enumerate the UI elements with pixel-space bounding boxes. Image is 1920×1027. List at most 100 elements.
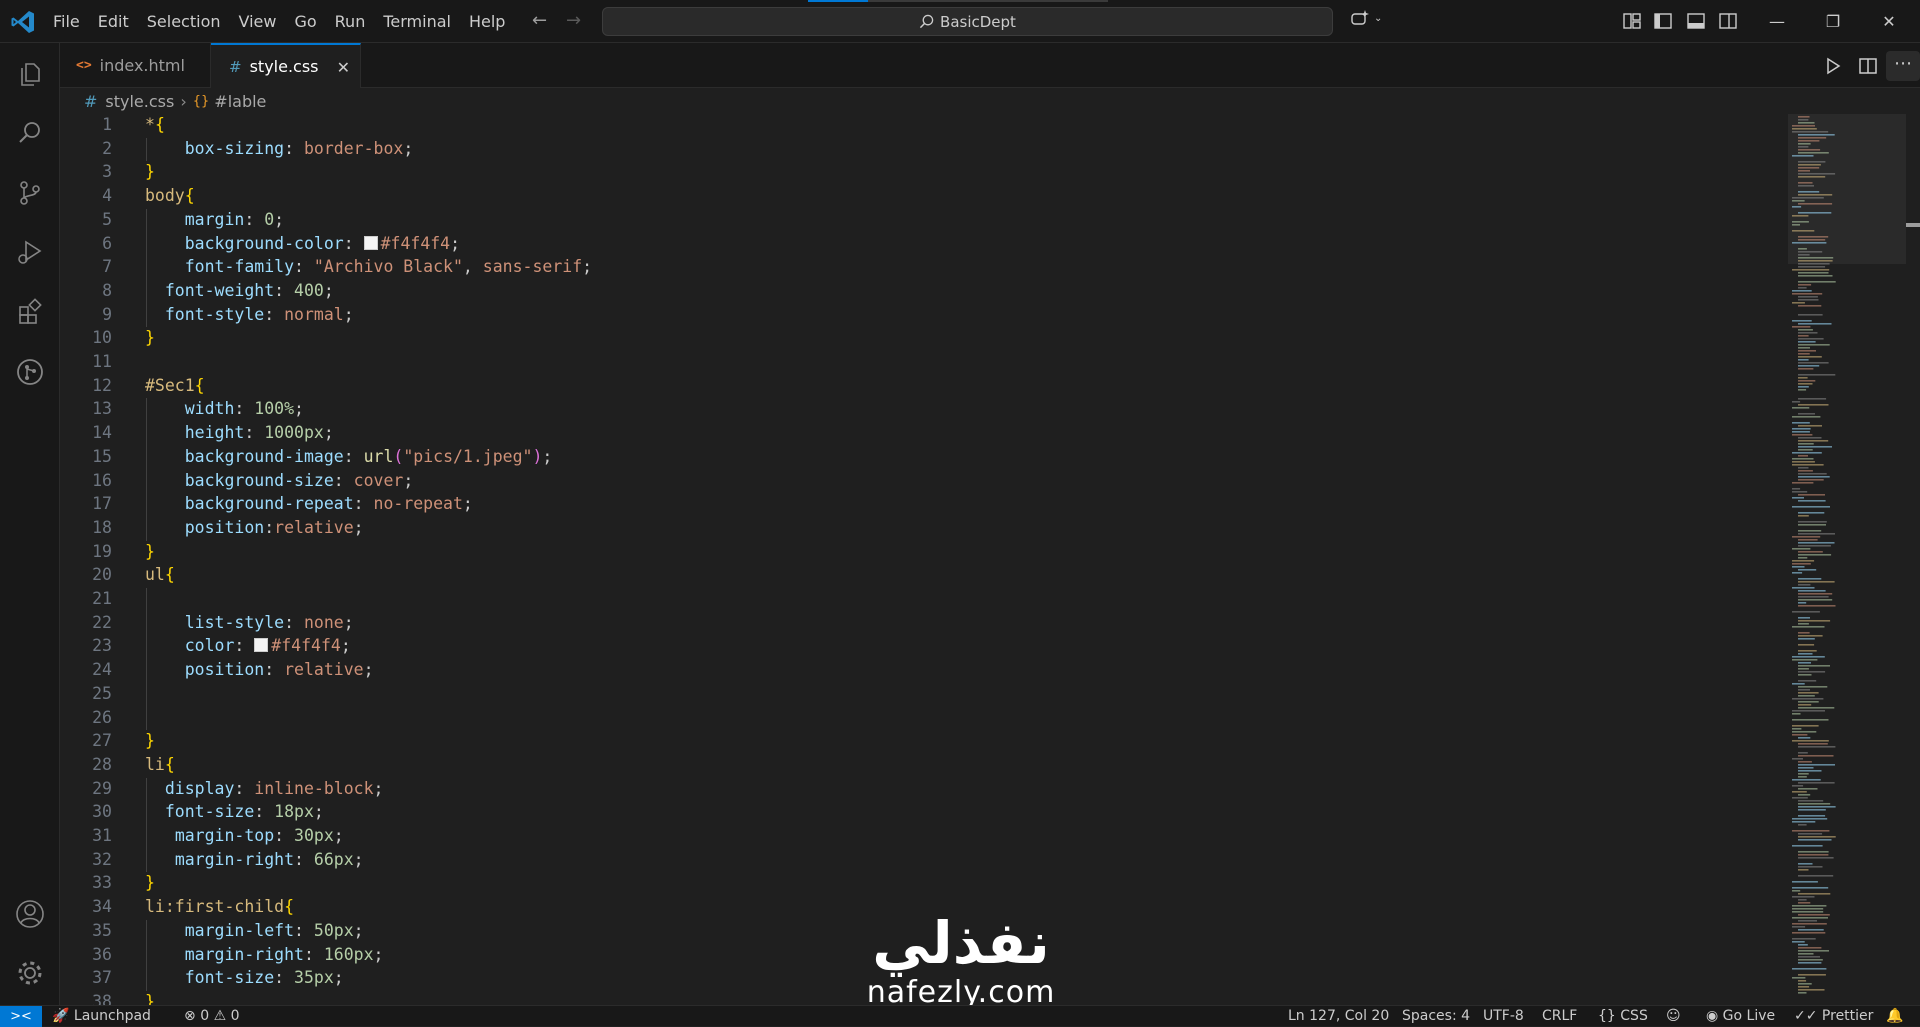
restore-window-icon[interactable]: ❐: [1810, 0, 1856, 43]
code-line[interactable]: 31 margin-top: 30px;: [60, 824, 1760, 848]
toggle-primary-sidebar-icon[interactable]: [1653, 11, 1673, 31]
code-line[interactable]: 27}: [60, 729, 1760, 753]
launchpad-button[interactable]: 🚀 Launchpad: [52, 1006, 151, 1027]
search-icon[interactable]: [14, 117, 46, 149]
run-and-debug-icon[interactable]: [14, 236, 46, 268]
code-line[interactable]: 33}: [60, 871, 1760, 895]
minimap-code-line: [1798, 833, 1823, 835]
customize-layout-icon[interactable]: [1622, 11, 1642, 31]
minimap-code-line: [1792, 125, 1815, 127]
code-line[interactable]: 28 li{: [60, 753, 1760, 777]
code-line[interactable]: 15 background-image: url("pics/1.jpeg");: [60, 445, 1760, 469]
forward-arrow-icon[interactable]: →: [566, 10, 581, 31]
minimap-viewport-slider[interactable]: [1788, 114, 1906, 264]
command-center-search[interactable]: BasicDept: [602, 7, 1333, 36]
code-line[interactable]: 6 background-color: #f4f4f4;: [60, 232, 1760, 256]
toggle-secondary-sidebar-icon[interactable]: [1718, 11, 1738, 31]
accounts-icon[interactable]: [14, 898, 46, 930]
code-line[interactable]: 4 body{: [60, 184, 1760, 208]
indentation-spaces[interactable]: Spaces: 4: [1402, 1006, 1470, 1027]
code-line[interactable]: 14 height: 1000px;: [60, 421, 1760, 445]
menu-selection[interactable]: Selection: [138, 0, 230, 43]
color-swatch[interactable]: [254, 638, 269, 653]
code-token: cover: [353, 470, 404, 490]
file-encoding[interactable]: UTF-8: [1483, 1006, 1524, 1027]
split-editor-icon[interactable]: [1857, 55, 1879, 77]
menu-edit[interactable]: Edit: [89, 0, 138, 43]
minimap[interactable]: [1780, 114, 1920, 1005]
toggle-panel-icon[interactable]: [1686, 11, 1706, 31]
code-line[interactable]: 10}: [60, 326, 1760, 350]
code-line[interactable]: 9 font-style: normal;: [60, 303, 1760, 327]
scrollbar-thumb[interactable]: [1906, 223, 1920, 227]
go-live-button[interactable]: ◉ Go Live: [1706, 1006, 1775, 1027]
menu-run[interactable]: Run: [326, 0, 375, 43]
code-line[interactable]: 30 font-size: 18px;: [60, 800, 1760, 824]
color-swatch[interactable]: [363, 235, 378, 250]
code-line[interactable]: 21: [60, 587, 1760, 611]
code-line[interactable]: 13 width: 100%;: [60, 397, 1760, 421]
close-window-icon[interactable]: ✕: [1866, 0, 1912, 43]
copilot-status-icon[interactable]: ☺: [1666, 1006, 1681, 1027]
code-line[interactable]: 32 margin-right: 66px;: [60, 848, 1760, 872]
menu-help[interactable]: Help: [460, 0, 514, 43]
tab-index-html[interactable]: <> index.html: [60, 43, 211, 88]
remote-indicator-icon[interactable]: ><: [0, 1006, 42, 1027]
explorer-files-icon[interactable]: [14, 58, 46, 90]
code-line[interactable]: 24 position: relative;: [60, 658, 1760, 682]
breadcrumb-symbol[interactable]: #lable: [214, 92, 266, 111]
code-token: :: [333, 470, 354, 490]
line-number: 36: [92, 944, 112, 964]
back-arrow-icon[interactable]: ←: [532, 10, 547, 31]
code-line[interactable]: 29 display: inline-block;: [60, 777, 1760, 801]
code-line[interactable]: 5 margin: 0;: [60, 208, 1760, 232]
code-line[interactable]: 23 color: #f4f4f4;: [60, 634, 1760, 658]
code-line[interactable]: 18 position:relative;: [60, 516, 1760, 540]
code-line[interactable]: 26: [60, 706, 1760, 730]
code-line[interactable]: 19}: [60, 540, 1760, 564]
code-editor[interactable]: 1 *{2 box-sizing: border-box; 3} 4 body{5 ma…: [60, 114, 1780, 1005]
menu-terminal[interactable]: Terminal: [374, 0, 460, 43]
copilot-button[interactable]: ⌄: [1350, 9, 1382, 29]
vscode-logo-icon[interactable]: [10, 9, 36, 35]
problems-indicator[interactable]: ⊗ 0 ⚠ 0: [184, 1006, 240, 1027]
minimize-window-icon[interactable]: —: [1754, 0, 1800, 43]
code-text: background-image: url("pics/1.jpeg");: [145, 445, 553, 469]
prettier-status[interactable]: ✓✓ Prettier: [1794, 1006, 1873, 1027]
close-tab-icon[interactable]: ✕: [337, 58, 350, 77]
settings-gear-icon[interactable]: [14, 957, 46, 989]
code-line[interactable]: 16 background-size: cover;: [60, 469, 1760, 493]
end-of-line-sequence[interactable]: CRLF: [1542, 1006, 1577, 1027]
menu-view[interactable]: View: [230, 0, 286, 43]
code-line[interactable]: 3}: [60, 160, 1760, 184]
code-line[interactable]: 12 #Sec1{: [60, 374, 1760, 398]
language-mode[interactable]: {} CSS: [1598, 1006, 1648, 1027]
code-line[interactable]: 1 *{: [60, 114, 1760, 137]
minimap-code-line: [1798, 689, 1810, 691]
git-graph-icon[interactable]: [14, 356, 46, 388]
notifications-bell-icon[interactable]: 🔔: [1886, 1006, 1903, 1027]
code-token: :: [294, 849, 314, 869]
tab-style-css[interactable]: # style.css ✕: [211, 43, 361, 88]
code-line[interactable]: 22 list-style: none;: [60, 611, 1760, 635]
code-line[interactable]: 2 box-sizing: border-box;: [60, 137, 1760, 161]
code-token: position: [184, 517, 265, 537]
code-line[interactable]: 20 ul{: [60, 563, 1760, 587]
code-line[interactable]: 7 font-family: "Archivo Black", sans-ser…: [60, 255, 1760, 279]
more-actions-icon[interactable]: ⋯: [1886, 51, 1920, 81]
line-number: 19: [92, 541, 112, 561]
code-line[interactable]: 8 font-weight: 400;: [60, 279, 1760, 303]
code-line[interactable]: 11: [60, 350, 1760, 374]
minimap-code-line: [1798, 806, 1836, 808]
menu-file[interactable]: File: [44, 0, 89, 43]
minimap-code-line: [1792, 224, 1800, 226]
source-control-icon[interactable]: [14, 177, 46, 209]
code-line[interactable]: 25: [60, 682, 1760, 706]
code-line[interactable]: 17 background-repeat: no-repeat;: [60, 492, 1760, 516]
menu-go[interactable]: Go: [285, 0, 325, 43]
breadcrumb-file[interactable]: style.css: [105, 92, 174, 111]
run-file-play-icon[interactable]: [1822, 55, 1844, 77]
cursor-position[interactable]: Ln 127, Col 20: [1288, 1006, 1389, 1027]
extensions-icon[interactable]: [14, 296, 46, 328]
